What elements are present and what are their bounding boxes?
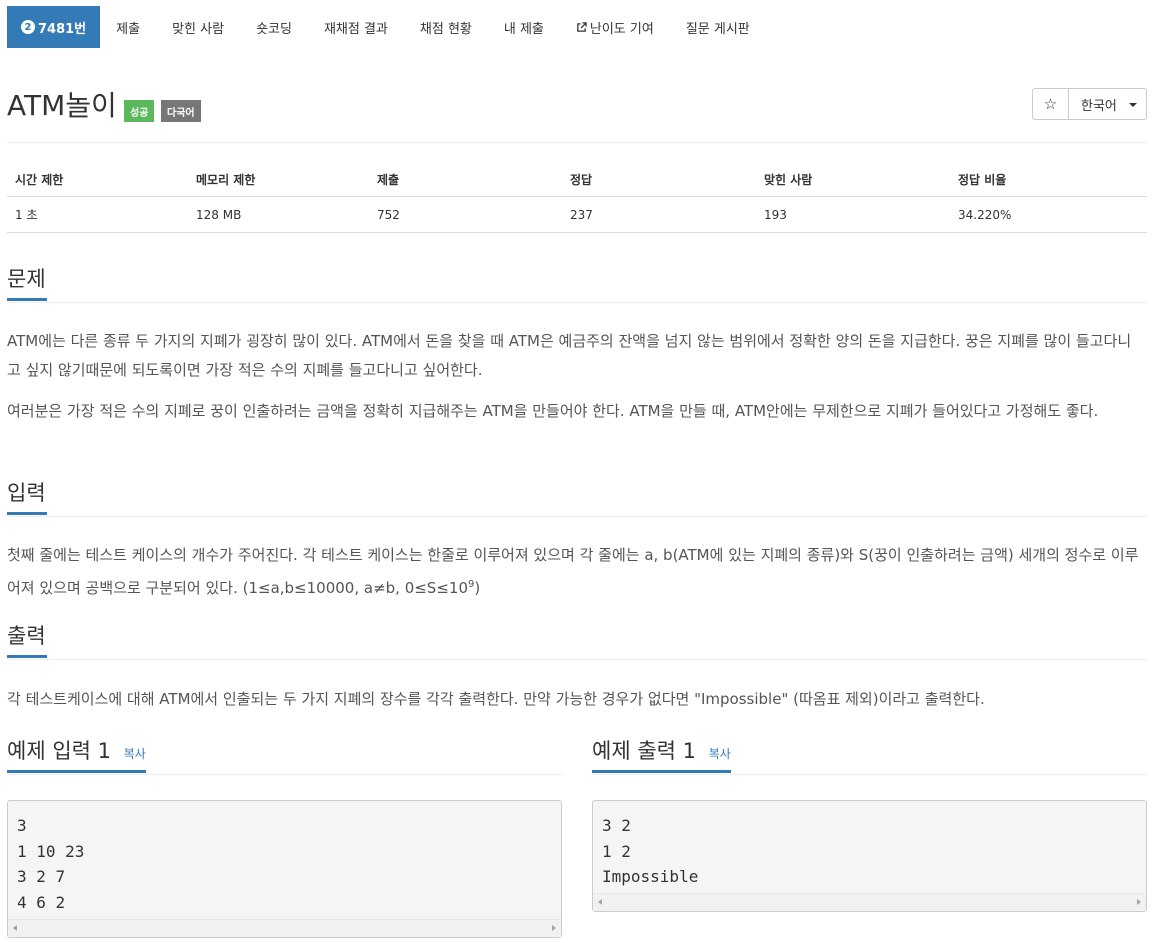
sample-input-title: 예제 입력 1 [7, 739, 111, 763]
description-paragraph-1: ATM에는 다른 종류 두 가지의 지폐가 굉장히 많이 있다. ATM에서 돈… [7, 332, 1132, 379]
success-label: 성공 [124, 100, 155, 122]
ratio-value: 34.220% [950, 196, 1147, 233]
table-row: 1 초 128 MB 752 237 193 34.220% [7, 196, 1147, 233]
divider [7, 142, 1147, 143]
sample-input-box[interactable]: 3 1 10 23 3 2 7 4 6 2 [7, 800, 562, 938]
sample-output-title-wrap: 예제 출력 1 복사 [592, 737, 731, 773]
description-paragraph-2: 여러분은 가장 적은 수의 지폐로 꿍이 인출하려는 금액을 정확히 지급해주는… [7, 402, 1099, 420]
problem-title: ATM놀이 [7, 89, 117, 122]
description-title: 문제 [7, 265, 47, 301]
input-header: 입력 [7, 479, 1147, 517]
table-header-row: 시간 제한 메모리 제한 제출 정답 맞힌 사람 정답 비율 [7, 162, 1147, 197]
nav-problem-id[interactable]: 2 7481번 [7, 6, 101, 48]
external-link-icon [577, 21, 587, 32]
sample-output-box[interactable]: 3 2 1 2 Impossible [592, 800, 1147, 912]
nav-my-submissions[interactable]: 내 제출 [488, 6, 560, 48]
multilang-label: 다국어 [161, 100, 201, 122]
description-header: 문제 [7, 265, 1147, 303]
star-icon[interactable]: ☆ [1032, 88, 1069, 120]
input-paragraph: 첫째 줄에는 테스트 케이스의 개수가 주어진다. 각 테스트 케이스는 한줄로… [7, 541, 1142, 603]
output-header: 출력 [7, 622, 1147, 660]
accepted-value: 237 [562, 196, 756, 233]
language-dropdown[interactable]: 한국어 [1068, 88, 1147, 120]
scroll-left-icon[interactable] [598, 899, 602, 905]
sample-input-header: 예제 입력 1 복사 [7, 737, 562, 775]
scroll-left-icon[interactable] [13, 925, 17, 931]
nav-problem-id-label: 7481번 [38, 21, 87, 37]
nav-difficulty-contrib-label: 난이도 기여 [589, 21, 654, 37]
header-accepted: 정답 [562, 162, 756, 197]
problem-nav: 2 7481번 제출 맞힌 사람 숏코딩 재채점 결과 채점 현황 내 제출 난… [7, 6, 766, 48]
time-limit-value: 1 초 [7, 196, 188, 233]
nav-difficulty-contrib[interactable]: 난이도 기여 [560, 6, 670, 48]
scroll-right-icon[interactable] [552, 925, 556, 931]
solvers-value: 193 [756, 196, 950, 233]
copy-output-button[interactable]: 복사 [709, 747, 731, 761]
language-dropdown-label: 한국어 [1081, 98, 1117, 114]
nav-short-coding[interactable]: 숏코딩 [240, 6, 308, 48]
problem-info-table: 시간 제한 메모리 제한 제출 정답 맞힌 사람 정답 비율 1 초 128 M… [7, 162, 1147, 233]
sample-output-title: 예제 출력 1 [592, 739, 696, 763]
input-text-tail: ) [474, 579, 481, 597]
input-text: 첫째 줄에는 테스트 케이스의 개수가 주어진다. 각 테스트 케이스는 한줄로… [7, 546, 1139, 597]
nav-status[interactable]: 채점 현황 [404, 6, 488, 48]
caret-down-icon [1129, 103, 1137, 107]
input-title: 입력 [7, 479, 47, 515]
header-time-limit: 시간 제한 [7, 162, 188, 197]
output-paragraph: 각 테스트케이스에 대해 ATM에서 인출되는 두 가지 지폐의 장수를 각각 … [7, 690, 985, 708]
scroll-right-icon[interactable] [1137, 899, 1141, 905]
sample-input-text: 3 1 10 23 3 2 7 4 6 2 [17, 816, 85, 912]
sample-output-header: 예제 출력 1 복사 [592, 737, 1147, 775]
submissions-value: 752 [369, 196, 562, 233]
header-ratio: 정답 비율 [950, 162, 1147, 197]
memory-limit-value: 128 MB [188, 196, 369, 233]
tier-badge-icon: 2 [21, 20, 35, 34]
horizontal-scrollbar[interactable] [593, 893, 1146, 911]
nav-submit[interactable]: 제출 [100, 6, 156, 48]
nav-solvers[interactable]: 맞힌 사람 [156, 6, 240, 48]
copy-input-button[interactable]: 복사 [124, 747, 146, 761]
nav-qna-board[interactable]: 질문 게시판 [670, 6, 766, 48]
header-memory-limit: 메모리 제한 [188, 162, 369, 197]
problem-header: ATM놀이 성공 다국어 ☆ 한국어 [7, 86, 1147, 126]
header-solvers: 맞힌 사람 [756, 162, 950, 197]
nav-rejudge-result[interactable]: 재채점 결과 [308, 6, 404, 48]
output-title: 출력 [7, 622, 47, 658]
horizontal-scrollbar[interactable] [8, 919, 561, 937]
sample-output-text: 3 2 1 2 Impossible [602, 816, 699, 886]
header-submissions: 제출 [369, 162, 562, 197]
sample-input-title-wrap: 예제 입력 1 복사 [7, 737, 146, 773]
